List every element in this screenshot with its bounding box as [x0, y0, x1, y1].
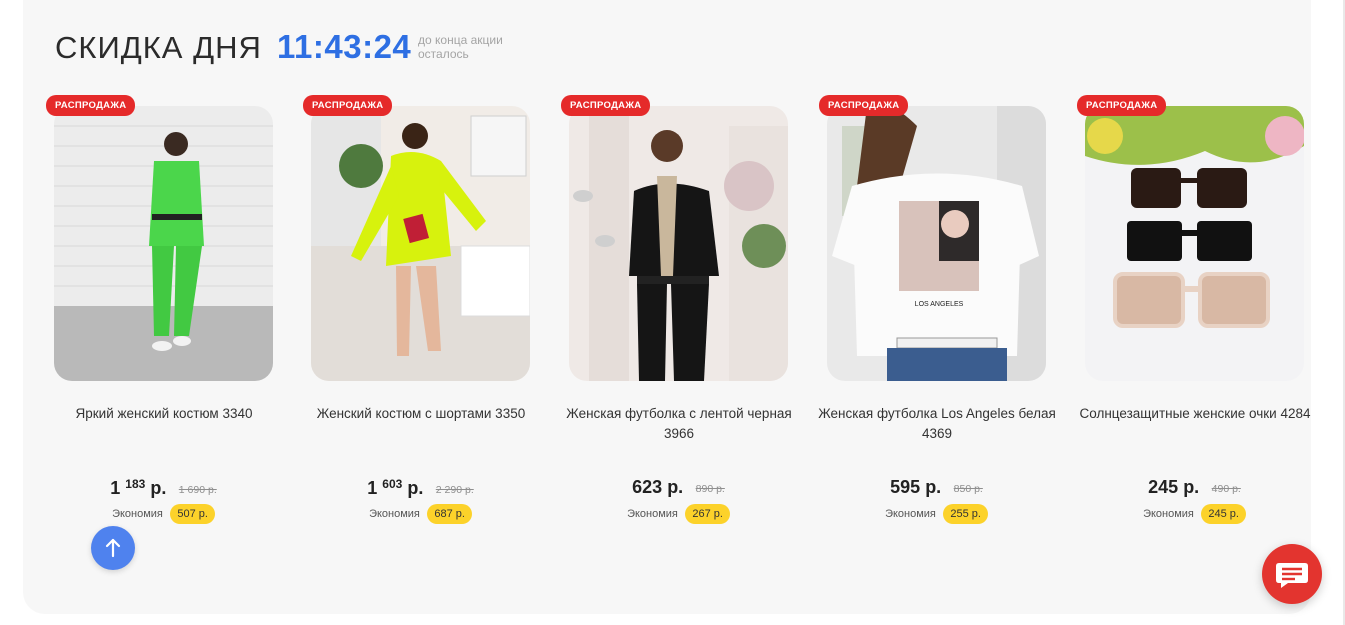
product-image[interactable]	[311, 106, 530, 381]
sale-badge: РАСПРОДАЖА	[819, 95, 909, 116]
product-name[interactable]: Солнцезащитные женские очки 4284	[1073, 404, 1317, 424]
economy-badge: 507 р.	[170, 504, 215, 524]
product-image[interactable]: LOS ANGELES	[827, 106, 1046, 381]
economy-badge: 267 р.	[685, 504, 730, 524]
current-price: 1 603 р.	[367, 477, 424, 498]
economy-row: Экономия 255 р.	[827, 504, 1046, 524]
product-image[interactable]	[569, 106, 788, 381]
current-price: 623 р.	[632, 477, 684, 497]
product-name[interactable]: Женская футболка Los Angeles белая 4369	[815, 404, 1059, 444]
price-row: 1 603 р. 2 290 р.	[311, 477, 530, 499]
current-price: 245 р.	[1148, 477, 1200, 497]
product-name[interactable]: Женская футболка с лентой черная 3966	[557, 404, 801, 444]
economy-badge: 687 р.	[427, 504, 472, 524]
old-price: 2 290 р.	[435, 484, 474, 496]
economy-label: Экономия	[885, 508, 936, 520]
product-card[interactable]: РАСПРОДАЖА Женский костюм с шортами 3350…	[303, 95, 531, 526]
sale-badge: РАСПРОДАЖА	[46, 95, 136, 116]
economy-row: Экономия 507 р.	[54, 504, 273, 524]
economy-label: Экономия	[112, 508, 163, 520]
old-price: 850 р.	[953, 483, 983, 495]
economy-row: Экономия 245 р.	[1085, 504, 1304, 524]
product-image[interactable]	[1085, 106, 1304, 381]
current-price: 595 р.	[890, 477, 942, 497]
section-title: СКИДКА ДНЯ	[55, 30, 262, 65]
economy-row: Экономия 267 р.	[569, 504, 788, 524]
product-card[interactable]: РАСПРОДАЖА Солнцезащитные женские очки 4…	[1077, 95, 1310, 526]
tshirt-print-text: LOS ANGELES	[915, 301, 964, 308]
economy-label: Экономия	[369, 508, 420, 520]
sale-badge: РАСПРОДАЖА	[303, 95, 393, 116]
product-image[interactable]	[54, 106, 273, 381]
countdown-note: до конца акции осталось	[418, 33, 503, 61]
chat-button[interactable]	[1262, 544, 1322, 604]
sale-badge: РАСПРОДАЖА	[561, 95, 651, 116]
product-name[interactable]: Яркий женский костюм 3340	[42, 404, 286, 424]
price-row: 623 р. 890 р.	[569, 477, 788, 498]
sale-badge: РАСПРОДАЖА	[1077, 95, 1167, 116]
scroll-top-button[interactable]	[91, 526, 135, 570]
arrow-up-icon	[105, 538, 121, 558]
current-price: 1 183 р.	[110, 477, 167, 498]
chat-icon	[1276, 563, 1308, 588]
old-price: 890 р.	[695, 483, 725, 495]
price-row: 595 р. 850 р.	[827, 477, 1046, 498]
economy-label: Экономия	[1143, 508, 1194, 520]
economy-badge: 255 р.	[943, 504, 988, 524]
price-row: 1 183 р. 1 690 р.	[54, 477, 273, 499]
product-name[interactable]: Женский костюм с шортами 3350	[299, 404, 543, 424]
economy-row: Экономия 687 р.	[311, 504, 530, 524]
price-row: 245 р. 490 р.	[1085, 477, 1304, 498]
countdown-timer: 11:43:24	[277, 28, 412, 65]
economy-badge: 245 р.	[1201, 504, 1246, 524]
product-card[interactable]: РАСПРОДАЖА Яркий женский костюм 3340 1 1…	[46, 95, 274, 526]
product-card[interactable]: РАСПРОДАЖА LOS ANGELES Женская футболка …	[818, 95, 1056, 526]
old-price: 1 690 р.	[178, 484, 217, 496]
economy-label: Экономия	[627, 508, 678, 520]
product-card[interactable]: РАСПРОДАЖА Женская футболка с лентой чер…	[561, 95, 792, 526]
old-price: 490 р.	[1211, 483, 1241, 495]
